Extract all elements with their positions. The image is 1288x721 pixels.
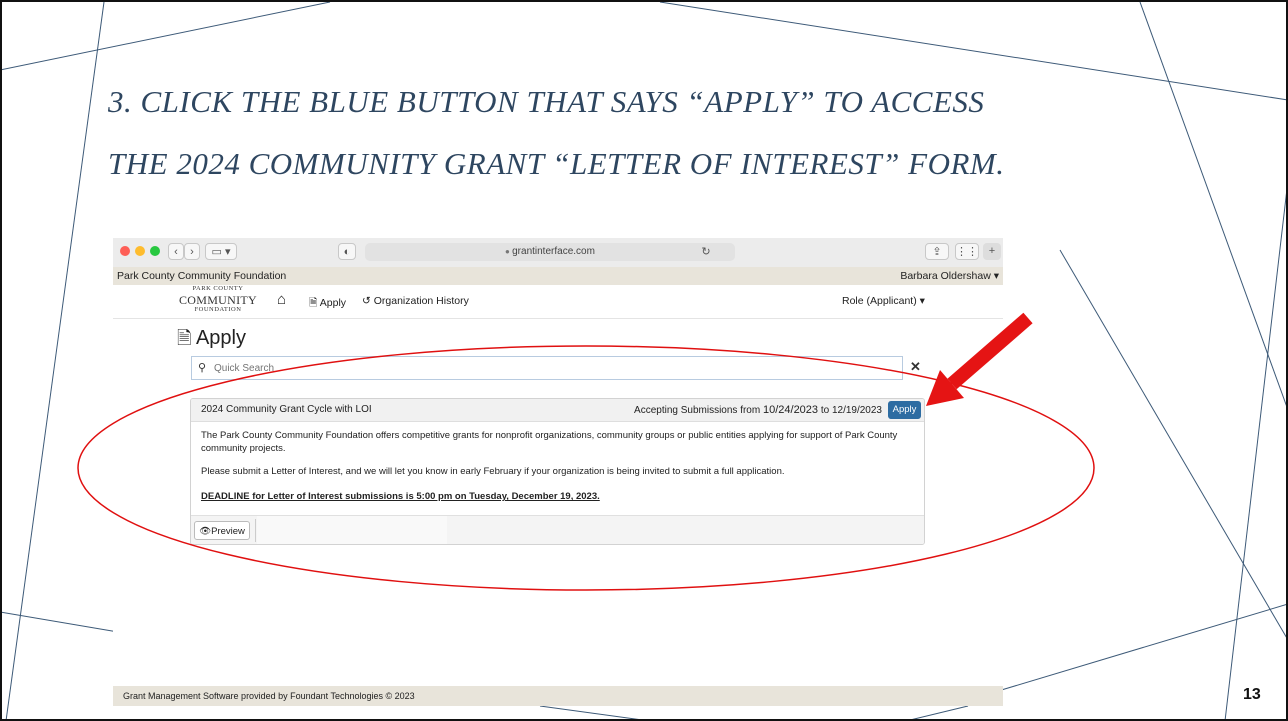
card-deadline: DEADLINE for Letter of Interest submissi… [201,491,600,502]
nav-history-link[interactable]: ↺ Organization History [362,295,469,307]
document-icon: 🗎 [309,297,318,309]
caret-down-icon: ▾ [990,270,999,282]
nav-history-label: Organization History [373,295,469,307]
search-icon: ⚲ [198,362,207,374]
slide-title-line-1: 3. CLICK THE BLUE BUTTON THAT SAYS “APPL… [108,84,985,119]
address-bar[interactable]: ● grantinterface.com [365,243,735,261]
accepting-prefix: Accepting Submissions from [634,405,761,416]
footer-text: Grant Management Software provided by Fo… [123,691,415,701]
user-name: Barbara Oldershaw [900,270,991,282]
card-header: 2024 Community Grant Cycle with LOI Acce… [191,399,924,422]
maximize-window-button[interactable] [150,246,160,256]
date-from: 10/24/2023 [762,404,819,416]
browser-toolbar: ‹ › ▭ ▾ ◐ ● grantinterface.com ↻ ⇪ ⋮⋮ + [113,238,1003,268]
nav-apply-label: Apply [319,297,347,309]
footer-divider [255,519,256,542]
apply-button[interactable]: Apply [888,401,921,419]
forward-icon[interactable]: › [184,243,200,260]
quick-search-box: ⚲ [191,356,903,380]
eye-icon: 👁 [199,526,212,537]
card-footer: 👁Preview [191,515,924,544]
role-label: Role (Applicant) [842,295,917,307]
app-navbar: PARK COUNTY COMMUNITY FOUNDATION ⌂ 🗎 App… [113,285,1003,319]
url-text: grantinterface.com [512,246,595,257]
card-description: The Park County Community Foundation off… [201,430,898,454]
history-icon: ↺ [362,295,371,307]
logo-top: PARK COUNTY [192,285,244,292]
org-bar: Park County Community Foundation Barbara… [113,267,1003,285]
app-footer: Grant Management Software provided by Fo… [113,686,1003,706]
org-name: Park County Community Foundation [117,270,287,282]
logo-bottom: FOUNDATION [194,305,242,313]
preview-label: Preview [211,526,245,537]
accepting-dates: Accepting Submissions from 10/24/2023 to… [634,399,882,422]
close-window-button[interactable] [120,246,130,256]
search-input[interactable] [214,360,894,376]
document-icon: 🗎 [177,328,192,348]
logo-main: COMMUNITY [178,292,258,307]
tab-overview-icon[interactable]: ⋮⋮ [955,243,979,260]
role-dropdown[interactable]: Role (Applicant) ▾ [842,295,925,307]
close-icon[interactable]: ✕ [910,359,921,375]
home-icon[interactable]: ⌂ [277,291,286,308]
preview-button[interactable]: 👁Preview [194,521,250,540]
nav-apply-link[interactable]: 🗎 Apply [309,295,346,313]
new-tab-icon[interactable]: + [983,243,1001,260]
caret-down-icon: ▾ [916,295,925,307]
reload-icon[interactable]: ↻ [699,244,713,261]
card-loi-note: Please submit a Letter of Interest, and … [201,466,785,477]
minimize-window-button[interactable] [135,246,145,256]
date-to: to 12/19/2023 [820,405,882,416]
privacy-shield-icon[interactable]: ◐ [338,243,356,260]
back-icon[interactable]: ‹ [168,243,184,260]
slide-title-line-2: THE 2024 COMMUNITY GRANT “LETTER OF INTE… [108,146,1005,181]
browser-screenshot: ‹ › ▭ ▾ ◐ ● grantinterface.com ↻ ⇪ ⋮⋮ + … [113,238,1003,706]
page-title-text: Apply [195,327,246,349]
sidebar-toggle-icon[interactable]: ▭ ▾ [205,243,237,260]
share-icon[interactable]: ⇪ [925,243,949,260]
card-title: 2024 Community Grant Cycle with LOI [201,404,372,415]
grant-cycle-card: 2024 Community Grant Cycle with LOI Acce… [190,398,925,545]
page-number: 13 [1243,686,1261,703]
footer-tab-area [257,516,447,544]
user-menu[interactable]: Barbara Oldershaw ▾ [900,267,999,285]
page-title: 🗎 Apply [177,326,246,356]
foundation-logo[interactable]: PARK COUNTY COMMUNITY FOUNDATION [173,285,263,313]
